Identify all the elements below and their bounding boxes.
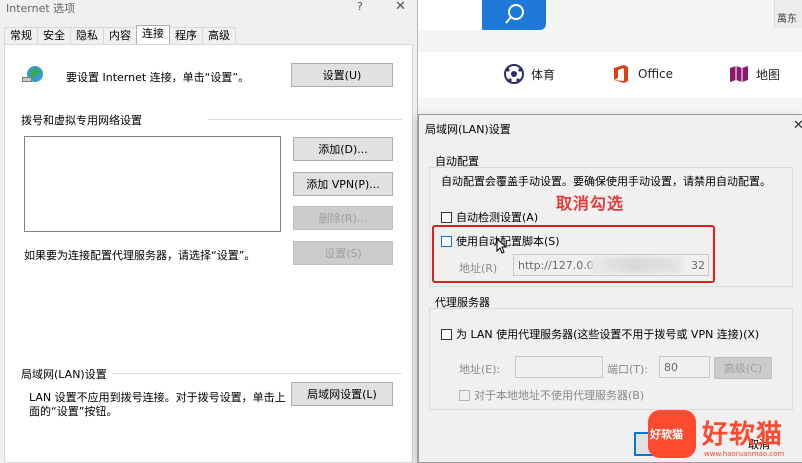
tab-programs[interactable]: 程序 <box>169 27 203 44</box>
tab-security[interactable]: 安全 <box>37 27 71 44</box>
lan-description-line2: 面的“设置”按钮。 <box>29 405 118 418</box>
map-icon <box>730 66 748 82</box>
tab-connections[interactable]: 连接 <box>136 25 170 44</box>
shortcut-sports-label: 体育 <box>531 67 556 82</box>
use-proxy-checkbox[interactable]: 为 LAN 使用代理服务器(这些设置不用于拨号或 VPN 连接)(X) <box>441 326 759 342</box>
internet-options-dialog: Internet 选项 ? ✕ 常规 安全 隐私 内容 连接 程序 高级 要设置… <box>0 0 418 463</box>
auto-detect-checkbox[interactable]: 自动检测设置(A) <box>441 209 538 225</box>
connection-list[interactable] <box>24 136 281 232</box>
search-icon <box>505 4 524 24</box>
settings-button[interactable]: 设置(S) <box>293 241 393 265</box>
auto-config-description: 自动配置会覆盖手动设置。要确保使用手动设置，请禁用自动配置。 <box>441 175 771 188</box>
shortcut-map[interactable]: 地图 <box>728 62 780 86</box>
background-browser: 萬东 <box>418 0 802 110</box>
checkbox-box[interactable] <box>441 328 452 340</box>
proxy-address-input[interactable] <box>515 356 603 378</box>
shortcut-office[interactable]: Office <box>610 62 673 86</box>
close-icon[interactable]: ✕ <box>793 118 802 133</box>
watermark-icon-text: 好软猫 <box>650 428 683 441</box>
tab-advanced[interactable]: 高级 <box>202 27 236 44</box>
auto-detect-label: 自动检测设置(A) <box>456 211 539 224</box>
proxy-port-label: 端口(T): <box>607 363 649 376</box>
tab-strip: 常规 安全 隐私 内容 连接 程序 高级 <box>4 25 236 44</box>
soccer-ball-icon <box>504 64 524 84</box>
proxy-address-label: 地址(E): <box>459 363 501 376</box>
proxy-hint: 如果要为连接配置代理服务器，请选择“设置”。 <box>24 249 256 262</box>
globe-network-icon <box>22 66 43 82</box>
top-right-button[interactable]: 萬东 <box>774 0 802 28</box>
lan-group-title: 局域网(LAN)设置 <box>21 368 107 381</box>
setup-button[interactable]: 设置(U) <box>291 63 393 87</box>
checkbox-box[interactable] <box>459 389 470 401</box>
remove-button[interactable]: 删除(R)... <box>293 206 393 230</box>
annotation-highlight-box <box>432 225 715 283</box>
annotation-text: 取消勾选 <box>556 194 625 213</box>
dialup-group-title: 拨号和虚拟专用网络设置 <box>21 114 142 127</box>
tab-general[interactable]: 常规 <box>4 27 38 44</box>
bypass-local-checkbox[interactable]: 对于本地地址不使用代理服务器(B) <box>459 387 644 403</box>
shortcut-sports[interactable]: 体育 <box>503 62 555 86</box>
divider <box>208 119 402 120</box>
shortcut-map-label: 地图 <box>756 67 781 82</box>
shortcut-office-label: Office <box>638 67 674 81</box>
dialog-title: Internet 选项 <box>6 2 76 15</box>
proxy-port-input[interactable]: 80 <box>659 356 710 378</box>
tab-privacy[interactable]: 隐私 <box>70 27 104 44</box>
watermark: 好软猫 好软猫 www.haoruanmao.com <box>648 410 802 463</box>
top-right-label: 萬东 <box>777 14 797 25</box>
watermark-text: 好软猫 <box>702 420 784 450</box>
proxy-port-value: 80 <box>664 360 678 374</box>
lan-settings-button[interactable]: 局域网设置(L) <box>291 382 393 406</box>
bypass-local-label: 对于本地地址不使用代理服务器(B) <box>474 389 645 402</box>
advanced-button[interactable]: 高级(C) <box>714 357 772 379</box>
search-button[interactable] <box>482 0 546 30</box>
office-icon <box>614 65 628 83</box>
setup-description: 要设置 Internet 连接，单击“设置”。 <box>66 71 250 84</box>
divider <box>112 373 402 374</box>
checkbox-box[interactable] <box>441 211 452 223</box>
cat-logo-icon: 好软猫 <box>648 410 696 458</box>
help-button[interactable]: ? <box>357 0 363 13</box>
add-vpn-button[interactable]: 添加 VPN(P)... <box>293 172 393 196</box>
lan-dialog-title: 局域网(LAN)设置 <box>425 123 511 136</box>
add-button[interactable]: 添加(D)... <box>293 137 393 161</box>
search-box[interactable] <box>418 0 482 30</box>
use-proxy-label: 为 LAN 使用代理服务器(这些设置不用于拨号或 VPN 连接)(X) <box>456 328 760 341</box>
mouse-cursor-icon <box>496 238 508 254</box>
close-icon[interactable]: ✕ <box>395 0 406 14</box>
watermark-url: www.haoruanmao.com <box>704 450 785 458</box>
tab-content[interactable]: 内容 <box>103 27 137 44</box>
